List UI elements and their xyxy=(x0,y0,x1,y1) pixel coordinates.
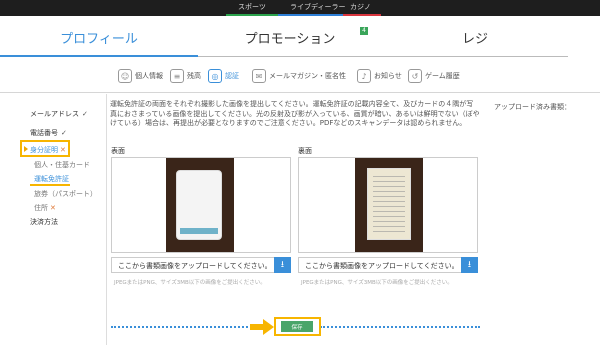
sidebar-item-address-card[interactable]: 個人・住基カード xyxy=(34,160,90,170)
sidebar-item-passport[interactable]: 旅券（パスポート） xyxy=(34,189,97,199)
subnav-label: ゲーム履歴 xyxy=(425,72,460,80)
history-icon: ↺ xyxy=(408,69,422,83)
check-icon: ✓ xyxy=(61,129,67,137)
user-icon: ☺ xyxy=(118,69,132,83)
sidebar-item-phone[interactable]: 電話番号 ✓ xyxy=(30,128,67,138)
subnav-label: 個人情報 xyxy=(135,72,163,80)
subnav-verification[interactable]: ◎ 認証 xyxy=(208,69,239,83)
instructions-text: 運転免許証の両面をそれぞれ撮影した画像を提出してください。運転免許証の記載内容全… xyxy=(110,100,480,127)
check-icon: ✓ xyxy=(82,110,88,118)
subnav-notice[interactable]: ♪ お知らせ xyxy=(357,69,402,83)
bell-icon: ♪ xyxy=(357,69,371,83)
main-tabs: プロフィール プロモーション レジ xyxy=(0,16,600,58)
sidebar-label: 住所 xyxy=(34,204,48,212)
topnav-live-dealer[interactable]: ライブディーラー xyxy=(290,3,346,12)
top-nav: スポーツ ライブディーラー カジノ xyxy=(0,0,600,16)
tab-active-indicator xyxy=(0,55,198,57)
front-upload-field[interactable]: ここから書類画像をアップロードしてください。 ⭳ xyxy=(111,257,291,273)
promotion-count-badge: 4 xyxy=(360,27,368,35)
topnav-sports[interactable]: スポーツ xyxy=(238,3,266,12)
download-arrow-icon[interactable]: ⭳ xyxy=(461,257,478,273)
upload-placeholder: ここから書類画像をアップロードしてください。 xyxy=(305,262,459,270)
subnav-label: お知らせ xyxy=(374,72,402,80)
tab-profile[interactable]: プロフィール xyxy=(0,16,198,58)
download-arrow-icon[interactable]: ⭳ xyxy=(274,257,291,273)
subnav-game-history[interactable]: ↺ ゲーム履歴 xyxy=(408,69,460,83)
subnav-personal-info[interactable]: ☺ 個人情報 xyxy=(118,69,163,83)
card-stripe xyxy=(180,228,218,234)
card-text-lines xyxy=(373,176,405,234)
front-file-hint: JPEGまたはPNG、サイズ3MB以下の画像をご提出ください。 xyxy=(114,280,266,286)
mail-icon: ✉ xyxy=(252,69,266,83)
tab-promotion[interactable]: プロモーション xyxy=(198,16,382,58)
tab-register[interactable]: レジ xyxy=(382,16,568,58)
topnav-casino[interactable]: カジノ xyxy=(350,3,371,12)
sidebar-item-license[interactable]: 運転免許証 xyxy=(34,174,69,184)
front-image-preview xyxy=(111,157,291,253)
subnav-balance[interactable]: ≡ 残高 xyxy=(170,69,201,83)
note-icon: ≡ xyxy=(170,69,184,83)
back-photo xyxy=(355,158,423,252)
back-label: 裏面 xyxy=(298,147,312,155)
back-file-hint: JPEGまたはPNG、サイズ3MB以下の画像をご提出ください。 xyxy=(301,280,453,286)
cross-icon: ✕ xyxy=(50,204,56,212)
sidebar-item-residence[interactable]: 住所 ✕ xyxy=(34,203,56,213)
subnav-label: メールマガジン・匿名性 xyxy=(269,72,346,80)
subnav-mail-magazine[interactable]: ✉ メールマガジン・匿名性 xyxy=(252,69,346,83)
upload-placeholder: ここから書類画像をアップロードしてください。 xyxy=(118,262,272,270)
subnav-label: 認証 xyxy=(225,72,239,80)
sidebar-divider xyxy=(106,94,107,345)
dotted-divider xyxy=(320,326,480,328)
uploaded-documents-label: アップロード済み書類： xyxy=(494,103,571,111)
arrow-right-icon xyxy=(250,319,274,335)
save-button[interactable]: 保存 xyxy=(281,321,313,332)
sidebar-item-payment[interactable]: 決済方法 xyxy=(30,217,58,227)
front-label: 表面 xyxy=(111,147,125,155)
tab-divider xyxy=(382,56,568,57)
back-image-preview xyxy=(298,157,478,253)
highlight-box xyxy=(20,140,70,157)
front-photo xyxy=(166,158,234,252)
highlight-underline xyxy=(30,184,70,186)
sidebar-label: メールアドレス xyxy=(30,110,79,118)
dotted-divider xyxy=(111,326,267,328)
sub-nav: ☺ 個人情報 ≡ 残高 ◎ 認証 ✉ メールマガジン・匿名性 ♪ お知らせ ↺ … xyxy=(0,62,600,88)
subnav-divider xyxy=(0,92,600,93)
verify-icon: ◎ xyxy=(208,69,222,83)
sidebar-item-email[interactable]: メールアドレス ✓ xyxy=(30,109,88,119)
sidebar-label: 電話番号 xyxy=(30,129,58,137)
tab-divider xyxy=(198,56,382,57)
subnav-label: 残高 xyxy=(187,72,201,80)
back-upload-field[interactable]: ここから書類画像をアップロードしてください。 ⭳ xyxy=(298,257,478,273)
